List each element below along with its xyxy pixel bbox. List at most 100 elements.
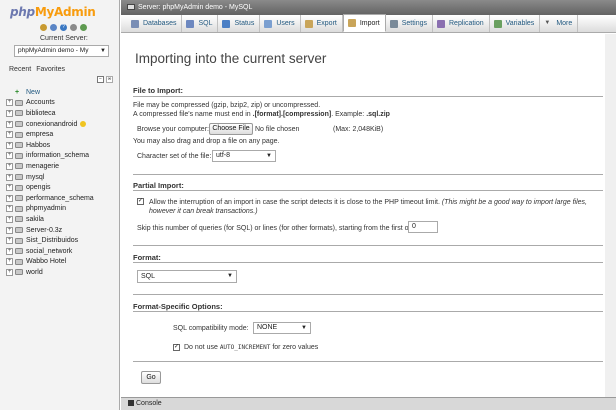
- expand-icon[interactable]: +: [6, 173, 13, 181]
- database-item[interactable]: + empresa: [6, 129, 118, 140]
- export-icon: [304, 19, 313, 28]
- database-icon: [15, 237, 23, 244]
- expand-icon[interactable]: +: [6, 141, 13, 149]
- database-tree: + New + Accounts + biblioteca + conexionandroid…: [6, 87, 118, 278]
- gear-icon[interactable]: [70, 24, 77, 31]
- replication-icon: [437, 19, 445, 28]
- go-button[interactable]: Go: [141, 371, 161, 384]
- expand-icon[interactable]: +: [6, 120, 13, 128]
- database-item[interactable]: + Habbos: [6, 140, 118, 151]
- database-icon: [131, 19, 139, 28]
- console-icon: [128, 400, 134, 407]
- no-auto-increment-checkbox[interactable]: ✓: [173, 344, 180, 351]
- database-item[interactable]: + social_network: [6, 246, 118, 257]
- database-item[interactable]: + menagerie: [6, 161, 118, 172]
- expand-icon[interactable]: +: [6, 194, 13, 202]
- database-item[interactable]: + Sist_Distribuidos: [6, 235, 118, 246]
- expand-icon[interactable]: +: [6, 152, 13, 160]
- database-label: empresa: [26, 131, 54, 139]
- database-icon: [15, 227, 23, 234]
- expand-icon[interactable]: +: [6, 247, 13, 255]
- format-top-divider: [133, 245, 603, 246]
- main-scrollbar[interactable]: [605, 34, 616, 397]
- database-item[interactable]: + biblioteca: [6, 108, 118, 119]
- tab-export[interactable]: Export: [301, 15, 343, 32]
- tab-users[interactable]: Users: [260, 15, 301, 32]
- import-icon: [347, 19, 356, 27]
- database-label: mysql: [26, 173, 45, 181]
- expand-icon[interactable]: +: [6, 184, 13, 192]
- tab-status[interactable]: Status: [218, 15, 261, 32]
- tab-import[interactable]: Import: [342, 14, 386, 32]
- database-item[interactable]: + Accounts: [6, 98, 118, 109]
- compression-name-info: A compressed file's name must end in .[f…: [133, 111, 390, 118]
- database-icon: [15, 195, 23, 202]
- tree-controls: − ∞: [97, 76, 113, 83]
- expand-icon[interactable]: +: [6, 99, 13, 107]
- expand-icon[interactable]: +: [6, 258, 13, 266]
- format-options-top-divider: [133, 294, 603, 295]
- sql-compat-select[interactable]: NONE ▼: [253, 322, 311, 334]
- tab-sql[interactable]: SQL: [182, 15, 219, 32]
- partial-import-top-divider: [133, 174, 603, 175]
- console-label: Console: [136, 400, 162, 407]
- browse-label: Browse your computer:: [137, 126, 209, 133]
- expand-icon[interactable]: +: [6, 205, 13, 213]
- favorites-tab[interactable]: Favorites: [36, 66, 65, 73]
- expand-icon[interactable]: +: [6, 109, 13, 117]
- allow-interrupt-checkbox[interactable]: ✓: [137, 198, 144, 205]
- collapse-all-icon[interactable]: −: [97, 76, 104, 83]
- variables-icon: [493, 19, 502, 28]
- phpmyadmin-logo[interactable]: phpMyAdmin: [10, 5, 96, 19]
- server-select[interactable]: phpMyAdmin demo - My ▼: [14, 45, 109, 57]
- expand-icon[interactable]: +: [6, 237, 13, 245]
- database-item[interactable]: + world: [6, 267, 118, 278]
- help-icon[interactable]: ?: [60, 24, 67, 31]
- more-icon: ▼: [544, 19, 551, 26]
- skip-queries-input[interactable]: 0: [408, 221, 438, 233]
- tab-databases[interactable]: Databases: [127, 15, 183, 32]
- tab-label: Replication: [449, 20, 484, 27]
- home-icon[interactable]: [40, 24, 47, 31]
- expand-icon[interactable]: +: [6, 268, 13, 276]
- server-breadcrumb-link[interactable]: Server: phpMyAdmin demo - MySQL: [138, 4, 252, 11]
- tab-variables[interactable]: Variables: [490, 15, 541, 32]
- status-icon: [222, 19, 231, 28]
- go-top-divider: [133, 361, 603, 362]
- database-item[interactable]: + phpmyadmin: [6, 204, 118, 215]
- database-item[interactable]: + opengis: [6, 182, 118, 193]
- tab-settings[interactable]: Settings: [386, 15, 433, 32]
- database-label: social_network: [26, 247, 73, 255]
- new-database-item[interactable]: + New: [6, 87, 118, 98]
- recent-favorites-tabs: Recent Favorites: [9, 66, 65, 73]
- tab-label: Variables: [505, 20, 535, 27]
- link-icon[interactable]: ∞: [106, 76, 113, 83]
- tab-more[interactable]: ▼ More: [540, 15, 579, 32]
- choose-file-button[interactable]: Choose File: [209, 123, 253, 135]
- database-item[interactable]: + information_schema: [6, 151, 118, 162]
- database-icon: [15, 131, 23, 138]
- logout-icon[interactable]: [50, 24, 57, 31]
- format-options-legend: Format-Specific Options:: [133, 302, 223, 311]
- expand-icon[interactable]: +: [6, 131, 13, 139]
- database-item[interactable]: + mysql: [6, 172, 118, 183]
- console-bar[interactable]: Console: [121, 397, 616, 410]
- database-item[interactable]: + Server-0.3z: [6, 225, 118, 236]
- charset-select[interactable]: utf-8 ▼: [212, 150, 276, 162]
- database-item[interactable]: + performance_schema: [6, 193, 118, 204]
- expand-icon[interactable]: +: [6, 226, 13, 234]
- database-icon: [15, 216, 23, 223]
- expand-icon[interactable]: +: [6, 162, 13, 170]
- server-breadcrumb: Server: phpMyAdmin demo - MySQL: [121, 0, 616, 15]
- format-select[interactable]: SQL ▼: [137, 270, 237, 283]
- reload-icon[interactable]: [80, 24, 87, 31]
- tab-replication[interactable]: Replication: [433, 15, 490, 32]
- import-page: Importing into the current server File t…: [121, 34, 616, 397]
- database-item[interactable]: + sakila: [6, 214, 118, 225]
- database-item[interactable]: + Wabbo Hotel: [6, 257, 118, 268]
- database-label: phpmyadmin: [26, 205, 67, 213]
- recent-tab[interactable]: Recent: [9, 66, 31, 73]
- database-icon: [15, 258, 23, 265]
- database-item[interactable]: + conexionandroid: [6, 119, 118, 130]
- expand-icon[interactable]: +: [6, 215, 13, 223]
